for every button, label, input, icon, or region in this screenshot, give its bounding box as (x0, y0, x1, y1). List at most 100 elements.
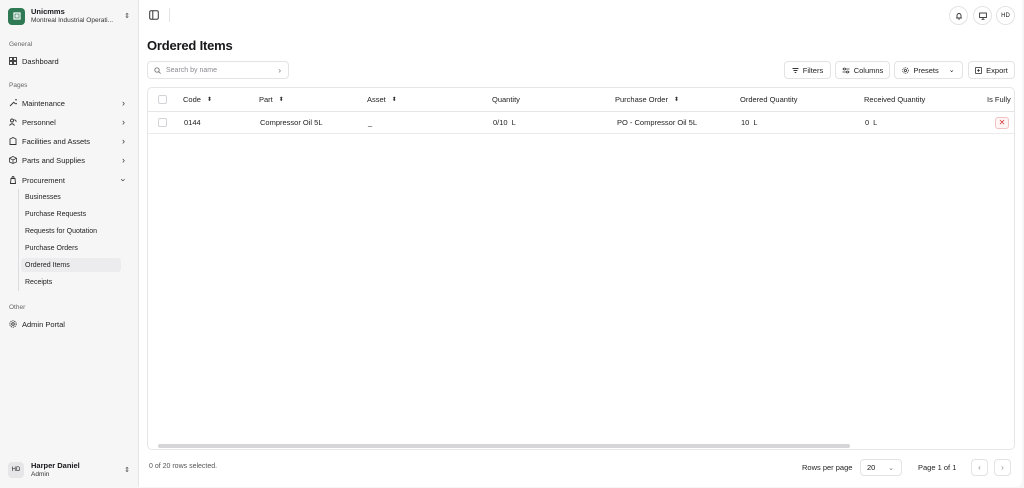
sort-icon: ⬍ (673, 97, 679, 103)
building-icon (9, 137, 17, 145)
user-role: Admin (31, 471, 50, 478)
sidebar-item-dashboard[interactable]: Dashboard (5, 53, 133, 69)
sidebar-item-admin-portal[interactable]: Admin Portal (5, 316, 133, 332)
sidebar-subitem-rfq[interactable]: Requests for Quotation (21, 224, 121, 238)
cell-purchase-order[interactable]: PO - Compressor Oil 5L (617, 112, 697, 133)
previous-page-button[interactable]: ‹ (971, 459, 988, 476)
data-table: Code ⬍ Part ⬍ Asset ⬍ Quantity Purchase Ord… (147, 87, 1015, 450)
export-icon (975, 66, 982, 74)
search-input[interactable]: Search by name › (147, 61, 289, 79)
sidebar: Unicmms Montreal Industrial Operati... ⇕… (0, 0, 137, 488)
sort-icon: ⬍ (391, 97, 397, 103)
search-placeholder: Search by name (166, 66, 217, 74)
horizontal-scrollbar[interactable] (158, 444, 850, 448)
chevrons-up-down-icon: ⇕ (124, 13, 130, 20)
sidebar-item-label: Facilities and Assets (22, 136, 90, 146)
export-button[interactable]: Export (968, 61, 1015, 79)
sidebar-item-maintenance[interactable]: Maintenance › (5, 95, 133, 111)
people-icon (9, 118, 17, 126)
column-header-asset[interactable]: Asset ⬍ (367, 88, 397, 111)
columns-button[interactable]: Columns (835, 61, 890, 79)
sliders-icon (842, 67, 850, 74)
notifications-bell-icon[interactable] (949, 6, 968, 25)
sidebar-subitem-purchase-orders[interactable]: Purchase Orders (21, 241, 121, 255)
search-icon (154, 66, 161, 74)
chevron-down-icon: › (118, 178, 129, 182)
column-header-is-fully: Is Fully (987, 95, 1011, 104)
sidebar-item-personnel[interactable]: Personnel › (5, 114, 133, 130)
group-label-general: General (9, 41, 33, 48)
sidebar-subitem-businesses[interactable]: Businesses (21, 190, 121, 204)
chevron-right-icon: › (122, 117, 125, 127)
divider (169, 8, 170, 22)
table-header: Code ⬍ Part ⬍ Asset ⬍ Quantity Purchase Ord… (148, 88, 1014, 112)
cell-asset: _ (368, 118, 373, 127)
settings-cog-icon (902, 66, 910, 74)
column-header-code[interactable]: Code ⬍ (183, 88, 212, 111)
topbar-avatar[interactable]: HD (996, 6, 1015, 25)
column-header-purchase-order[interactable]: Purchase Order ⬍ (615, 88, 679, 111)
chevron-right-icon: › (122, 136, 125, 146)
org-switcher[interactable]: Unicmms Montreal Industrial Operati... ⇕ (6, 5, 132, 27)
main-content: HD Ordered Items Search by name › Filter… (138, 0, 1022, 487)
presets-dropdown[interactable]: Presets ⌄ (894, 61, 963, 79)
filters-button[interactable]: Filters (784, 61, 831, 79)
sidebar-item-parts[interactable]: Parts and Supplies › (5, 152, 133, 168)
topbar: HD (139, 0, 1023, 32)
cell-ordered-quantity: 10 L (741, 118, 758, 127)
sidebar-item-facilities[interactable]: Facilities and Assets › (5, 133, 133, 149)
export-label: Export (986, 65, 1008, 75)
sort-icon: ⬍ (206, 97, 212, 103)
column-header-ordered-quantity: Ordered Quantity (740, 95, 798, 104)
chevrons-up-down-icon: ⇕ (124, 467, 130, 474)
user-menu[interactable]: HD Harper Daniel Admin ⇕ (6, 459, 132, 481)
chevron-right-icon: › (122, 98, 125, 108)
sidebar-item-label: Procurement (22, 175, 65, 185)
sidebar-subitem-purchase-requests[interactable]: Purchase Requests (21, 207, 121, 221)
column-header-received-quantity: Received Quantity (864, 95, 926, 104)
sidebar-subitem-ordered-items[interactable]: Ordered Items (21, 258, 121, 272)
org-name: Unicmms (31, 7, 65, 16)
rows-per-page-label: Rows per page (802, 463, 853, 472)
org-logo (8, 7, 25, 25)
sidebar-item-label: Admin Portal (22, 319, 65, 329)
chevron-right-icon: › (278, 65, 281, 75)
cart-icon (9, 176, 17, 184)
sidebar-toggle-icon[interactable] (148, 9, 160, 21)
gear-icon (9, 320, 17, 328)
chevron-right-icon: › (122, 155, 125, 165)
sidebar-item-procurement[interactable]: Procurement › (5, 172, 133, 188)
cell-part[interactable]: Compressor Oil 5L (260, 112, 323, 133)
page-title: Ordered Items (147, 38, 233, 53)
group-label-other: Other (9, 304, 26, 311)
columns-label: Columns (853, 65, 884, 75)
table-row[interactable]: 0144 Compressor Oil 5L _ 0/10 L PO - Comp… (148, 112, 1014, 134)
cell-quantity: 0/10 L (493, 118, 516, 127)
sidebar-subitem-receipts[interactable]: Receipts (21, 275, 121, 289)
page-indicator: Page 1 of 1 (918, 463, 957, 472)
row-checkbox[interactable] (158, 112, 167, 133)
org-subtitle: Montreal Industrial Operati... (31, 17, 114, 24)
column-header-part[interactable]: Part ⬍ (259, 88, 284, 111)
cell-received-quantity: 0L (865, 118, 878, 127)
wrench-icon (9, 99, 17, 107)
rows-per-page-select[interactable]: 20 ⌄ (860, 459, 902, 476)
next-page-button[interactable]: › (994, 459, 1011, 476)
user-name: Harper Daniel (31, 461, 80, 470)
sort-icon: ⬍ (278, 97, 284, 103)
cell-is-fully: ✕ (995, 112, 1009, 133)
filters-label: Filters (802, 65, 824, 75)
cell-code: 0144 (184, 118, 201, 127)
group-label-pages: Pages (9, 82, 28, 89)
sidebar-item-label: Personnel (22, 117, 56, 127)
selection-status: 0 of 20 rows selected. (149, 463, 218, 470)
submenu-guide-line (18, 189, 19, 291)
box-icon (9, 156, 17, 164)
filter-icon (792, 67, 799, 74)
sidebar-item-label: Parts and Supplies (22, 155, 85, 165)
select-all-checkbox[interactable] (158, 88, 167, 111)
sidebar-item-label: Maintenance (22, 98, 65, 108)
chevron-down-icon: ⌄ (888, 464, 894, 472)
avatar: HD (8, 462, 24, 478)
monitor-icon[interactable] (973, 6, 992, 25)
